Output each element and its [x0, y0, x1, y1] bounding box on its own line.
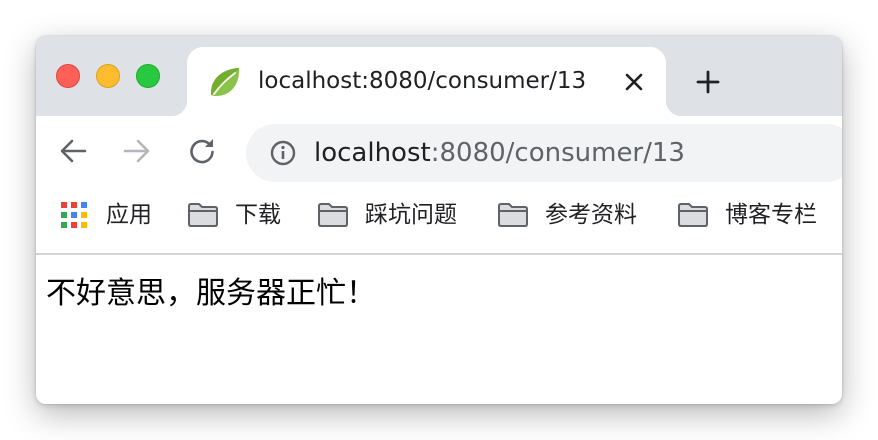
close-icon[interactable]	[623, 71, 645, 93]
bookmark-label: 应用	[106, 202, 152, 228]
browser-toolbar: localhost:8080/consumer/13	[36, 116, 842, 184]
bookmark-folder-blog[interactable]: 博客专栏	[677, 201, 817, 229]
arrow-right-icon[interactable]	[122, 136, 152, 166]
bookmark-label: 参考资料	[545, 202, 637, 228]
info-icon[interactable]	[270, 140, 296, 166]
minimize-window-button[interactable]	[96, 64, 120, 88]
tab-strip: localhost:8080/consumer/13	[36, 36, 842, 116]
tab-active[interactable]: localhost:8080/consumer/13	[171, 47, 682, 116]
tab-title: localhost:8080/consumer/13	[258, 68, 587, 94]
folder-icon	[188, 203, 218, 227]
page-content: 不好意思，服务器正忙！	[36, 255, 842, 404]
folder-icon	[498, 203, 528, 227]
address-bar[interactable]: localhost:8080/consumer/13	[246, 124, 842, 182]
apps-grid-icon	[61, 202, 87, 228]
spring-leaf-icon	[210, 68, 240, 97]
bookmark-folder-references[interactable]: 参考资料	[497, 201, 637, 229]
url-path: :8080/consumer/13	[430, 138, 685, 168]
reload-icon[interactable]	[187, 136, 217, 166]
plus-icon[interactable]	[696, 70, 720, 94]
browser-window: localhost:8080/consumer/13 localhost:808…	[36, 36, 842, 404]
folder-icon	[678, 203, 708, 227]
bookmark-label: 踩坑问题	[365, 202, 457, 228]
bookmarks-bar: 应用 下载 踩坑问题 参考资料 博客专栏	[36, 184, 842, 255]
bookmark-label: 下载	[235, 202, 281, 228]
url-host: localhost	[314, 138, 431, 168]
bookmark-label: 博客专栏	[725, 202, 817, 228]
arrow-left-icon[interactable]	[58, 136, 88, 166]
url-text[interactable]: localhost:8080/consumer/13	[314, 138, 685, 168]
bookmark-folder-downloads[interactable]: 下载	[187, 201, 281, 229]
error-message: 不好意思，服务器正忙！	[46, 276, 376, 311]
bookmark-apps[interactable]: 应用	[60, 201, 152, 229]
zoom-window-button[interactable]	[136, 64, 160, 88]
folder-icon	[318, 203, 348, 227]
close-window-button[interactable]	[56, 64, 80, 88]
bookmark-folder-pitfalls[interactable]: 踩坑问题	[317, 201, 457, 229]
